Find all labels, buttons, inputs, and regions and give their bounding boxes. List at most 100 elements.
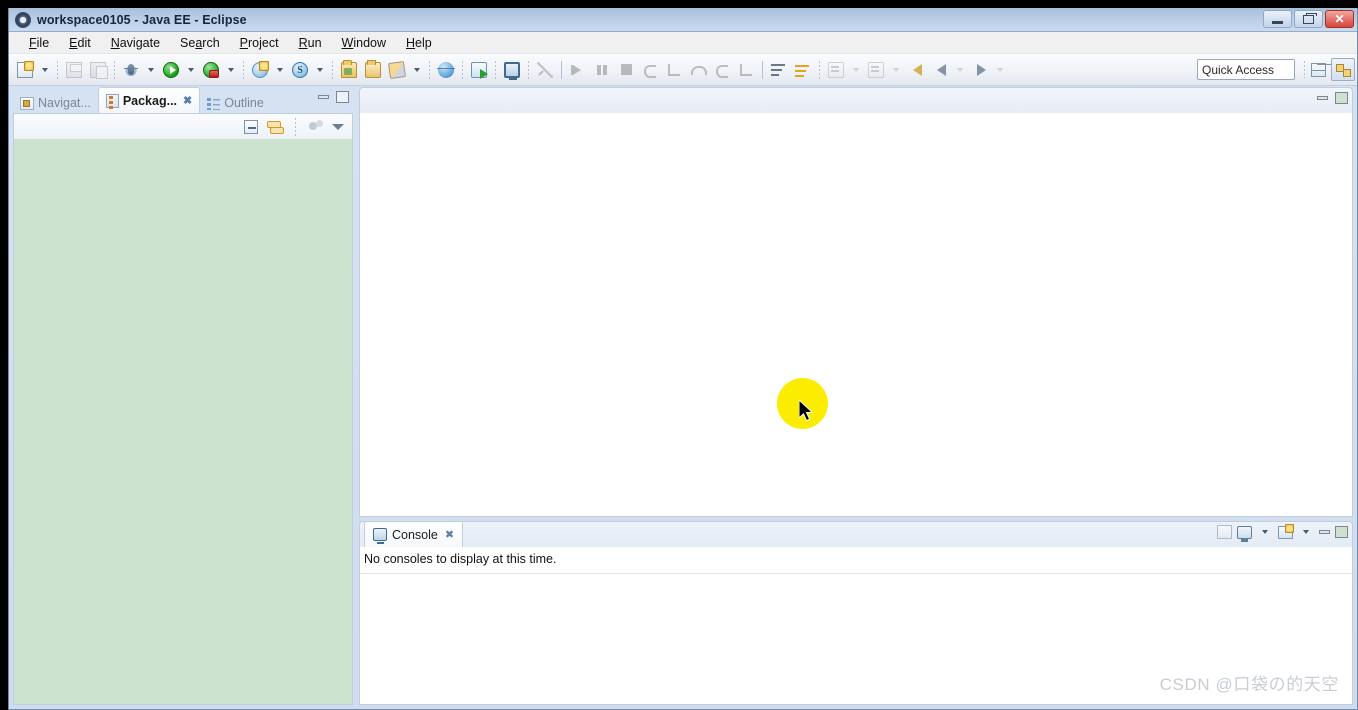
debug-icon: [123, 61, 139, 78]
open-type-button[interactable]: [337, 58, 361, 82]
globe-icon: [437, 61, 455, 78]
minimize-icon[interactable]: [1317, 96, 1328, 100]
menu-file[interactable]: File: [19, 34, 59, 52]
tab-console[interactable]: Console ✖: [364, 521, 464, 547]
tab-navigator[interactable]: Navigat...: [13, 91, 98, 115]
debug-button[interactable]: [119, 58, 143, 82]
open-console-button[interactable]: [500, 58, 524, 82]
capture-edge-left: [0, 8, 8, 710]
previous-annotation-dropdown-icon[interactable]: [893, 67, 899, 72]
collapse-all-icon[interactable]: [244, 119, 258, 134]
view-menu-icon[interactable]: [332, 123, 344, 130]
suspend-button[interactable]: [590, 58, 614, 82]
editor-body[interactable]: [359, 113, 1353, 517]
display-selected-console-icon[interactable]: [1237, 525, 1252, 542]
close-icon[interactable]: ✖: [183, 94, 192, 107]
save-icon: [66, 61, 82, 78]
maximize-icon[interactable]: [336, 91, 349, 103]
search-button[interactable]: [385, 58, 409, 82]
pin-console-icon[interactable]: [1217, 525, 1232, 539]
window-title: workspace0105 - Java EE - Eclipse: [37, 12, 247, 27]
open-resource-button[interactable]: [361, 58, 385, 82]
maximize-icon[interactable]: [1335, 92, 1348, 104]
open-browser-button[interactable]: [434, 58, 458, 82]
menu-run[interactable]: Run: [289, 34, 332, 52]
debug-dropdown-icon[interactable]: [148, 67, 154, 72]
step-return-button[interactable]: [710, 58, 734, 82]
open-perspective-button[interactable]: [1306, 58, 1330, 81]
back-button[interactable]: [928, 58, 952, 82]
link-with-editor-icon[interactable]: [267, 120, 284, 134]
tab-package-explorer[interactable]: Packag... ✖: [97, 87, 201, 113]
disconnect-button[interactable]: [638, 58, 662, 82]
resume-button[interactable]: [566, 58, 590, 82]
back-dropdown-icon[interactable]: [957, 67, 963, 72]
toggle-markers-button[interactable]: [767, 58, 791, 82]
profile-dropdown-icon[interactable]: [228, 67, 234, 72]
java-ee-perspective-icon: [1335, 63, 1351, 77]
minimize-icon[interactable]: [318, 95, 329, 99]
console-toolbar: [1217, 523, 1348, 542]
display-console-dropdown-icon[interactable]: [1262, 530, 1268, 534]
editor-area: [359, 87, 1353, 517]
editor-tab-row: [359, 87, 1353, 113]
run-icon: [163, 61, 179, 78]
last-edit-button[interactable]: [904, 58, 928, 82]
save-all-icon: [90, 61, 108, 79]
window-controls: ✕: [1263, 10, 1354, 28]
terminate-button[interactable]: [614, 58, 638, 82]
pin-button[interactable]: [533, 58, 557, 82]
java-ee-perspective-button[interactable]: [1331, 58, 1355, 81]
focus-on-active-task-icon[interactable]: [309, 120, 323, 133]
close-button[interactable]: ✕: [1325, 10, 1354, 28]
next-annotation-button[interactable]: [824, 58, 848, 82]
run-button[interactable]: [159, 58, 183, 82]
open-console-icon[interactable]: [1278, 523, 1294, 539]
new-web-project-button[interactable]: [248, 58, 272, 82]
minimize-icon: [1272, 21, 1283, 24]
capture-edge-top: [0, 0, 1358, 8]
drop-to-frame-button[interactable]: [734, 58, 758, 82]
save-button[interactable]: [62, 58, 86, 82]
open-console-dropdown-icon[interactable]: [1303, 530, 1309, 534]
forward-dropdown-icon[interactable]: [997, 67, 1003, 72]
menu-edit[interactable]: Edit: [59, 34, 101, 52]
menu-navigate[interactable]: Navigate: [101, 34, 170, 52]
tab-outline[interactable]: Outline: [200, 91, 271, 115]
forward-button[interactable]: [968, 58, 992, 82]
maximize-icon[interactable]: [1335, 526, 1348, 538]
close-icon[interactable]: ✖: [445, 528, 454, 541]
search-dropdown-icon[interactable]: [414, 67, 420, 72]
minimize-button[interactable]: [1263, 10, 1292, 28]
run-dropdown-icon[interactable]: [188, 67, 194, 72]
toolbar-separator: [429, 60, 430, 79]
previous-annotation-button[interactable]: [864, 58, 888, 82]
next-annotation-dropdown-icon[interactable]: [853, 67, 859, 72]
menu-project[interactable]: Project: [230, 34, 289, 52]
new-file-dropdown-icon[interactable]: [42, 67, 48, 72]
step-over-button[interactable]: [686, 58, 710, 82]
toggle-bookmarks-button[interactable]: [791, 58, 815, 82]
menu-search[interactable]: Search: [170, 34, 230, 52]
left-view-window-buttons: [318, 91, 349, 103]
new-server-dropdown-icon[interactable]: [317, 67, 323, 72]
step-into-button[interactable]: [662, 58, 686, 82]
console-message: No consoles to display at this time.: [364, 552, 557, 566]
menu-help[interactable]: Help: [396, 34, 442, 52]
new-server-button[interactable]: S: [288, 58, 312, 82]
toggle-markers-icon: [771, 61, 787, 78]
toolbar-separator: [462, 60, 463, 79]
package-explorer-body[interactable]: [13, 139, 353, 705]
minimize-icon[interactable]: [1319, 530, 1330, 534]
web-deploy-button[interactable]: [467, 58, 491, 82]
save-all-button[interactable]: [86, 58, 110, 82]
restore-button[interactable]: [1294, 10, 1323, 28]
new-web-project-dropdown-icon[interactable]: [277, 67, 283, 72]
eclipse-circle-icon: [15, 11, 31, 28]
quick-access-input[interactable]: Quick Access: [1197, 59, 1295, 80]
next-annotation-icon: [828, 61, 844, 78]
menu-window[interactable]: Window: [332, 34, 396, 52]
profile-button[interactable]: [199, 58, 223, 82]
new-file-button[interactable]: [13, 58, 37, 82]
tab-outline-label: Outline: [224, 96, 264, 110]
